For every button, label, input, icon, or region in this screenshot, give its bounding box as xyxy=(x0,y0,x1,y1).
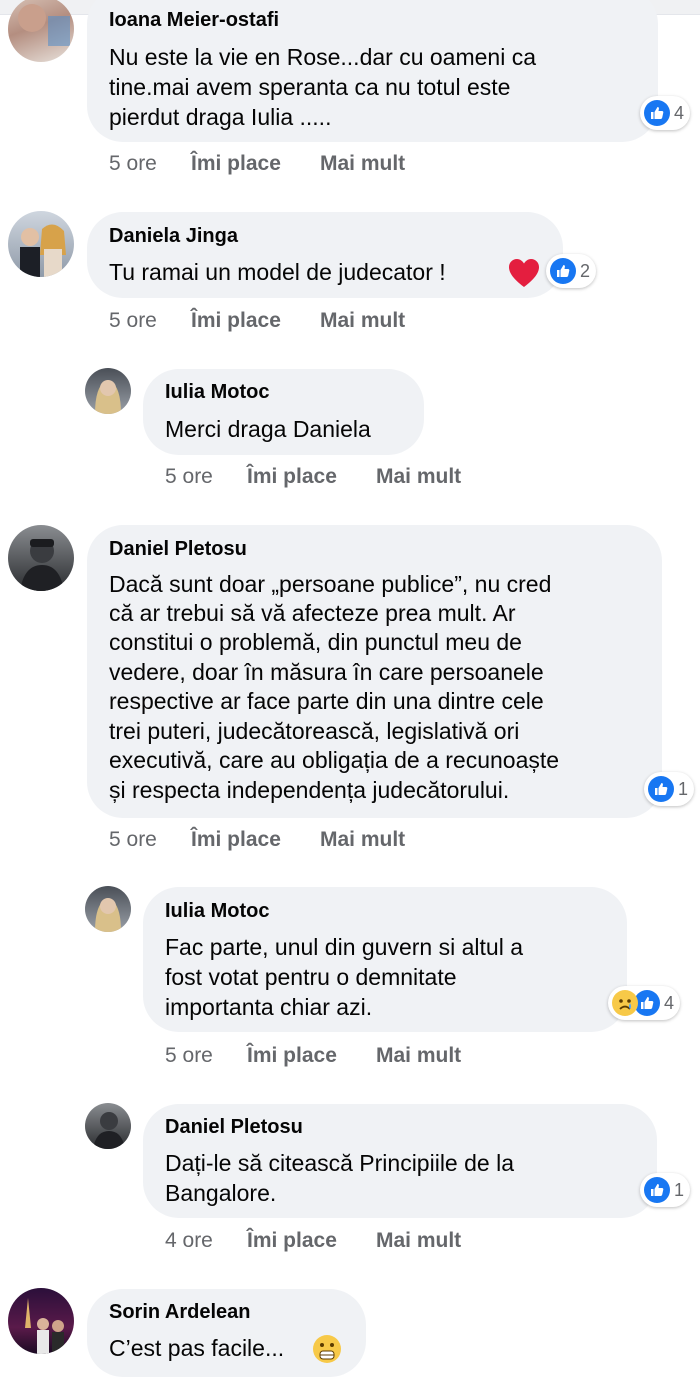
more-button[interactable]: Mai mult xyxy=(376,465,461,489)
like-button[interactable]: Îmi place xyxy=(191,152,281,176)
comment-timestamp[interactable]: 5 ore xyxy=(165,465,213,489)
comment-author[interactable]: Sorin Ardelean xyxy=(109,1301,251,1324)
sad-reaction-icon xyxy=(612,990,638,1016)
more-button[interactable]: Mai mult xyxy=(320,309,405,333)
reaction-count: 4 xyxy=(674,102,685,123)
comment-text-line: și respecta independența judecătorului. xyxy=(109,777,510,803)
more-button[interactable]: Mai mult xyxy=(320,828,405,852)
reaction-count: 1 xyxy=(678,778,689,799)
reaction-summary[interactable]: 1 xyxy=(644,772,695,806)
avatar[interactable] xyxy=(85,886,131,932)
comment-text-line: Dacă sunt doar „persoane publice”, nu cr… xyxy=(109,571,552,597)
comment-text-line: respective ar face parte din una dintre … xyxy=(109,688,544,714)
comment-text-line: executivă, care au obligația de a recuno… xyxy=(109,747,560,773)
reaction-summary[interactable]: 2 xyxy=(546,254,597,288)
like-button[interactable]: Îmi place xyxy=(191,828,281,852)
reaction-summary[interactable]: 4 xyxy=(640,96,691,130)
reaction-summary[interactable]: 1 xyxy=(640,1173,691,1207)
avatar[interactable] xyxy=(85,1103,131,1149)
reaction-summary[interactable]: 4 xyxy=(608,986,681,1020)
reaction-count: 4 xyxy=(664,992,675,1013)
like-button[interactable]: Îmi place xyxy=(247,1229,337,1253)
comment-text-line: Tu ramai un model de judecator ! xyxy=(109,259,446,285)
comment-timestamp[interactable]: 5 ore xyxy=(109,828,157,852)
more-button[interactable]: Mai mult xyxy=(320,152,405,176)
avatar[interactable] xyxy=(8,211,74,277)
comment-timestamp[interactable]: 5 ore xyxy=(109,309,157,333)
reaction-count: 2 xyxy=(580,260,591,281)
like-button[interactable]: Îmi place xyxy=(247,1044,337,1068)
more-button[interactable]: Mai mult xyxy=(376,1044,461,1068)
comment-author[interactable]: Ioana Meier-ostafi xyxy=(109,9,279,32)
like-reaction-icon xyxy=(648,776,674,802)
comment-timestamp[interactable]: 4 ore xyxy=(165,1229,213,1253)
reaction-count: 1 xyxy=(674,1179,685,1200)
face-emoji-icon xyxy=(313,1335,341,1363)
comment-text-line: pierdut draga Iulia ..... xyxy=(109,104,332,130)
comment-text-line: Fac parte, unul din guvern si altul a xyxy=(165,934,523,960)
comment-timestamp[interactable]: 5 ore xyxy=(165,1044,213,1068)
comment-text-line: Dați-le să citească Principiile de la xyxy=(165,1150,514,1176)
comment-text-line: Bangalore. xyxy=(165,1180,277,1206)
avatar[interactable] xyxy=(8,0,74,62)
like-button[interactable]: Îmi place xyxy=(191,309,281,333)
comment-text-line: tine.mai avem speranta ca nu totul este xyxy=(109,74,511,100)
comment-text-line: constitui o problemă, din punctul meu de xyxy=(109,629,522,655)
comment-text-line: C’est pas facile... xyxy=(109,1335,285,1361)
avatar[interactable] xyxy=(8,1288,74,1354)
avatar[interactable] xyxy=(85,368,131,414)
like-button[interactable]: Îmi place xyxy=(247,465,337,489)
comment-author[interactable]: Iulia Motoc xyxy=(165,900,269,923)
comment-timestamp[interactable]: 5 ore xyxy=(109,152,157,176)
heart-emoji-icon xyxy=(509,259,539,287)
comment-text-line: vedere, doar în măsura în care persoanel… xyxy=(109,659,544,685)
comment-text-line: importanta chiar azi. xyxy=(165,994,373,1020)
comment-author[interactable]: Daniel Pletosu xyxy=(109,538,247,561)
comment-text-line: Merci draga Daniela xyxy=(165,416,371,442)
comment-author[interactable]: Daniel Pletosu xyxy=(165,1116,303,1139)
comment-text-line: că ar trebui să vă afecteze prea mult. A… xyxy=(109,600,516,626)
like-reaction-icon xyxy=(644,100,670,126)
like-reaction-icon xyxy=(644,1177,670,1203)
more-button[interactable]: Mai mult xyxy=(376,1229,461,1253)
comment-author[interactable]: Iulia Motoc xyxy=(165,381,269,404)
comment-author[interactable]: Daniela Jinga xyxy=(109,225,238,248)
avatar[interactable] xyxy=(8,525,74,591)
comment-text-line: Nu este la vie en Rose...dar cu oameni c… xyxy=(109,44,537,70)
comment-text-line: fost votat pentru o demnitate xyxy=(165,964,457,990)
like-reaction-icon xyxy=(550,258,576,284)
comment-text-line: trei puteri, judecătorească, legislativă… xyxy=(109,718,520,744)
